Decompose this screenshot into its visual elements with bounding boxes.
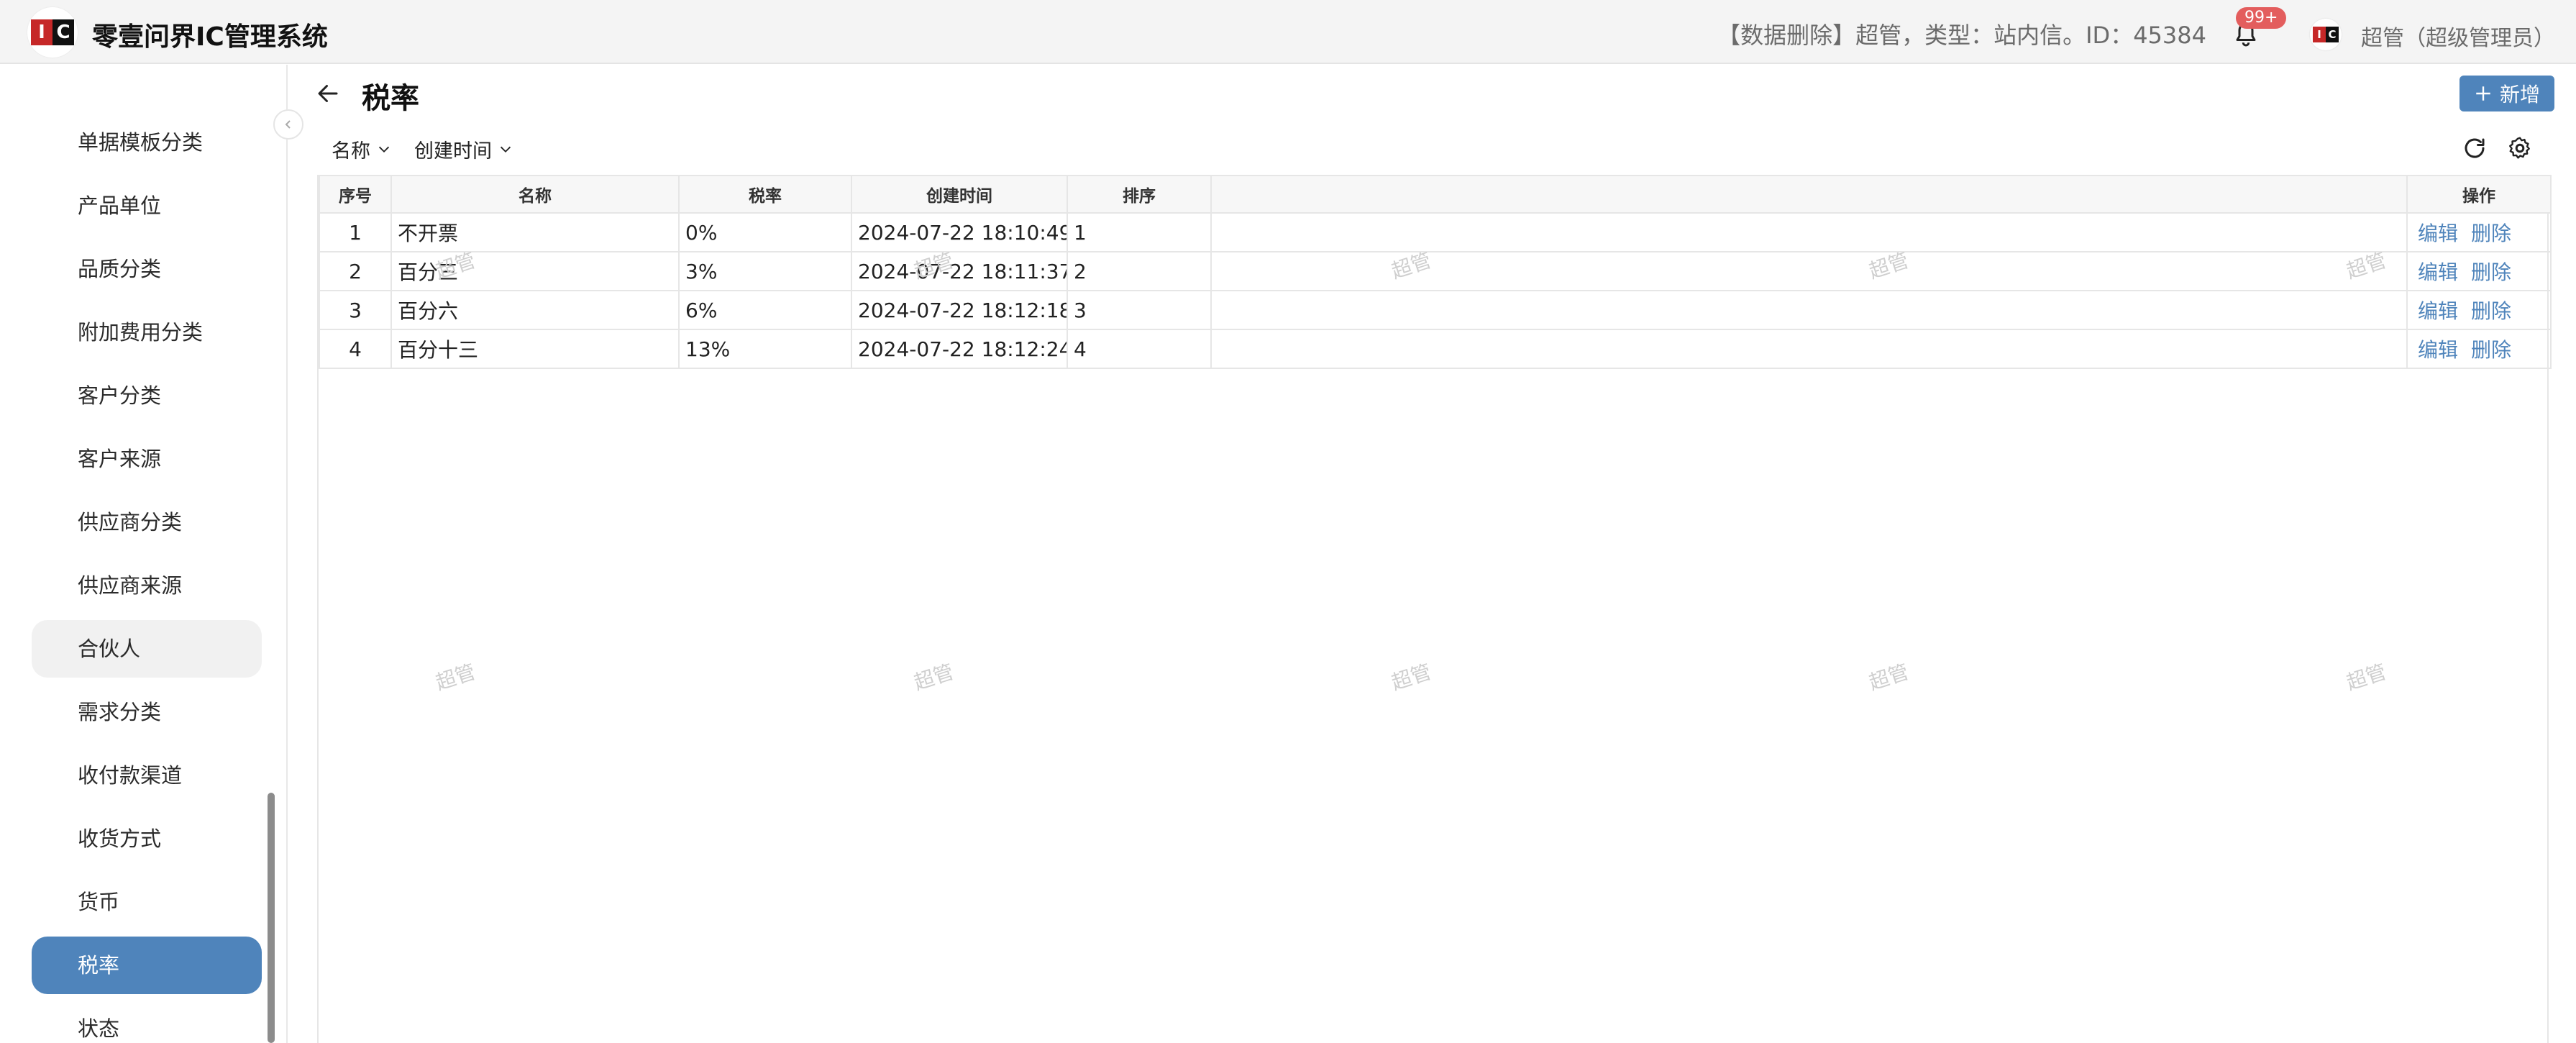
delete-link[interactable]: 删除	[2471, 260, 2511, 284]
app-logo: I C	[27, 7, 78, 58]
cell-name: 百分十三	[390, 329, 680, 369]
cell-no: 2	[319, 251, 392, 291]
filter-created-label: 创建时间	[414, 140, 492, 163]
delete-link[interactable]: 删除	[2471, 338, 2511, 362]
cell-name: 不开票	[390, 212, 680, 252]
cell-rate: 3%	[678, 251, 852, 291]
filter-created-dropdown[interactable]: 创建时间	[414, 135, 513, 163]
page-title: 税率	[362, 82, 419, 115]
sidebar-item-customer-source[interactable]: 客户来源	[32, 430, 262, 488]
cell-sort: 4	[1067, 329, 1212, 369]
column-header-rate[interactable]: 税率	[678, 175, 852, 214]
cell-created: 2024-07-22 18:12:24	[851, 329, 1068, 369]
back-arrow-icon[interactable]	[315, 79, 341, 108]
sidebar-item-delivery-method[interactable]: 收货方式	[32, 810, 262, 867]
cell-sort: 1	[1067, 212, 1212, 252]
cell-no: 4	[319, 329, 392, 369]
logo-letter-left: I	[31, 19, 52, 45]
table-row: 2 百分三 3% 2024-07-22 18:11:37 2 编辑 删除	[319, 251, 2552, 291]
column-header-actions: 操作	[2406, 175, 2552, 214]
edit-link[interactable]: 编辑	[2418, 338, 2458, 362]
sidebar-item-partner[interactable]: 合伙人	[32, 620, 262, 678]
delete-link[interactable]: 删除	[2471, 299, 2511, 323]
sidebar-item-customer-category[interactable]: 客户分类	[32, 367, 262, 424]
app-title: 零壹问界IC管理系统	[92, 22, 328, 52]
cell-actions: 编辑 删除	[2406, 290, 2552, 330]
cell-created: 2024-07-22 18:10:49	[851, 212, 1068, 252]
sidebar-item-payment-channel[interactable]: 收付款渠道	[32, 747, 262, 804]
table-row: 3 百分六 6% 2024-07-22 18:12:18 3 编辑 删除	[319, 290, 2552, 330]
notification-message[interactable]: 【数据删除】超管，类型：站内信。ID：45384	[1717, 17, 2206, 50]
sidebar-item-quality-category[interactable]: 品质分类	[32, 240, 262, 298]
cell-blank	[1210, 212, 2408, 252]
cell-name: 百分六	[390, 290, 680, 330]
cell-rate: 0%	[678, 212, 852, 252]
cell-blank	[1210, 329, 2408, 369]
gear-icon[interactable]	[2507, 135, 2533, 161]
delete-link[interactable]: 删除	[2471, 222, 2511, 245]
cell-rate: 6%	[678, 290, 852, 330]
cell-blank	[1210, 290, 2408, 330]
refresh-icon[interactable]	[2462, 135, 2488, 161]
chevron-down-icon	[376, 142, 392, 158]
filter-name-dropdown[interactable]: 名称	[332, 135, 392, 163]
cell-created: 2024-07-22 18:12:18	[851, 290, 1068, 330]
cell-sort: 3	[1067, 290, 1212, 330]
sidebar-item-doc-template-category[interactable]: 单据模板分类	[32, 114, 262, 171]
plus-icon	[2474, 84, 2493, 103]
user-name[interactable]: 超管（超级管理员）	[2361, 20, 2555, 52]
filter-name-label: 名称	[332, 140, 370, 163]
cell-name: 百分三	[390, 251, 680, 291]
add-button-label: 新增	[2499, 83, 2540, 106]
edit-link[interactable]: 编辑	[2418, 222, 2458, 245]
avatar[interactable]: I C	[2310, 19, 2342, 50]
notification-badge: 99+	[2236, 7, 2287, 29]
cell-actions: 编辑 删除	[2406, 329, 2552, 369]
cell-blank	[1210, 251, 2408, 291]
cell-rate: 13%	[678, 329, 852, 369]
sidebar: 单据模板分类 产品单位 品质分类 附加费用分类 客户分类 客户来源 供应商分类 …	[0, 65, 288, 1043]
column-header-name[interactable]: 名称	[390, 175, 680, 214]
column-header-created[interactable]: 创建时间	[851, 175, 1068, 214]
cell-no: 3	[319, 290, 392, 330]
cell-no: 1	[319, 212, 392, 252]
sidebar-collapse-button[interactable]	[273, 109, 303, 140]
sidebar-scrollbar[interactable]	[268, 793, 275, 1043]
top-bar: I C 零壹问界IC管理系统 【数据删除】超管，类型：站内信。ID：45384 …	[0, 0, 2576, 64]
avatar-letter-right: C	[2326, 27, 2339, 42]
table-header-row: 序号 名称 税率 创建时间 排序 操作	[319, 175, 2552, 214]
add-button[interactable]: 新增	[2459, 76, 2554, 111]
chevron-left-icon	[283, 119, 294, 130]
sidebar-item-demand-category[interactable]: 需求分类	[32, 683, 262, 741]
edit-link[interactable]: 编辑	[2418, 260, 2458, 284]
sidebar-item-tax-rate[interactable]: 税率	[32, 937, 262, 994]
sidebar-item-status[interactable]: 状态	[32, 1000, 262, 1043]
tax-rate-table: 序号 名称 税率 创建时间 排序 操作 1 不开票 0% 2024-07-22 …	[317, 175, 2552, 1043]
logo-letter-right: C	[52, 19, 74, 45]
table-row: 4 百分十三 13% 2024-07-22 18:12:24 4 编辑 删除	[319, 329, 2552, 369]
cell-sort: 2	[1067, 251, 1212, 291]
sidebar-item-supplier-source[interactable]: 供应商来源	[32, 557, 262, 614]
sidebar-item-currency[interactable]: 货币	[32, 873, 262, 931]
column-header-blank	[1210, 175, 2408, 214]
column-header-no[interactable]: 序号	[319, 175, 392, 214]
cell-actions: 编辑 删除	[2406, 251, 2552, 291]
chevron-down-icon	[498, 142, 513, 158]
avatar-letter-left: I	[2313, 27, 2326, 42]
cell-actions: 编辑 删除	[2406, 212, 2552, 252]
sidebar-item-supplier-category[interactable]: 供应商分类	[32, 493, 262, 551]
sidebar-item-extra-fee-category[interactable]: 附加费用分类	[32, 304, 262, 361]
cell-created: 2024-07-22 18:11:37	[851, 251, 1068, 291]
edit-link[interactable]: 编辑	[2418, 299, 2458, 323]
table-row: 1 不开票 0% 2024-07-22 18:10:49 1 编辑 删除	[319, 212, 2552, 252]
sidebar-item-product-unit[interactable]: 产品单位	[32, 177, 262, 234]
column-header-sort[interactable]: 排序	[1067, 175, 1212, 214]
